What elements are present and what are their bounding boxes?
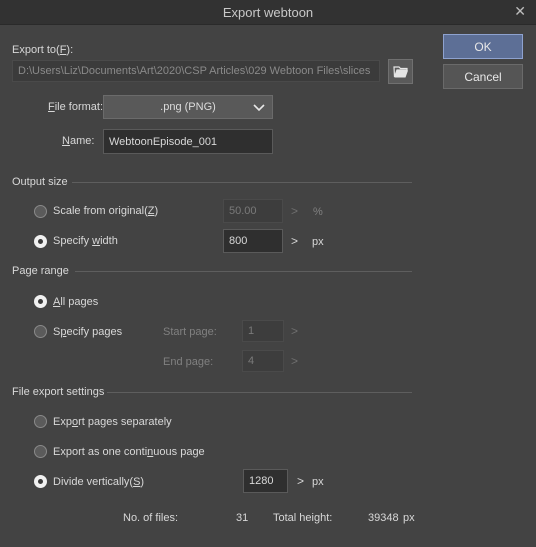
export-separately-label[interactable]: Export pages separately — [53, 416, 172, 428]
files-count-label: No. of files: — [123, 512, 179, 524]
title-bar: Export webtoon ✕ — [0, 0, 536, 25]
cancel-button[interactable]: Cancel — [443, 64, 523, 89]
export-separately-radio[interactable] — [34, 415, 47, 428]
export-path-field[interactable]: D:\Users\Liz\Documents\Art\2020\CSP Arti… — [12, 60, 380, 82]
export-to-label: Export to(F): — [12, 44, 74, 56]
divide-unit: px — [312, 476, 324, 488]
end-page-arrow-icon[interactable]: > — [291, 354, 298, 368]
divide-arrow-icon[interactable]: > — [297, 474, 304, 488]
scale-unit: % — [313, 206, 323, 218]
divide-height-input[interactable]: 1280 — [243, 469, 288, 493]
file-format-select[interactable]: .png (PNG) — [103, 95, 273, 119]
divider — [72, 182, 412, 183]
file-export-heading: File export settings — [12, 386, 105, 398]
close-icon[interactable]: ✕ — [514, 3, 526, 20]
files-count-value: 31 — [236, 512, 249, 524]
export-webtoon-dialog: Export webtoon ✕ OK Cancel Export to(F):… — [0, 0, 536, 547]
file-format-value: .png (PNG) — [160, 101, 216, 113]
specify-pages-label[interactable]: Specify pages — [53, 326, 122, 338]
scale-from-original-label[interactable]: Scale from original(Z) — [53, 205, 158, 217]
browse-folder-button[interactable] — [388, 59, 413, 84]
width-unit: px — [312, 236, 324, 248]
export-continuous-radio[interactable] — [34, 445, 47, 458]
scale-arrow-icon[interactable]: > — [291, 204, 298, 218]
divide-vertically-label[interactable]: Divide vertically(S) — [53, 476, 144, 488]
end-page-input[interactable]: 4 — [242, 350, 284, 372]
specify-pages-radio[interactable] — [34, 325, 47, 338]
name-label: Name: — [62, 135, 95, 147]
start-page-arrow-icon[interactable]: > — [291, 324, 298, 338]
start-page-input[interactable]: 1 — [242, 320, 284, 342]
divide-vertically-radio[interactable] — [34, 475, 47, 488]
ok-button[interactable]: OK — [443, 34, 523, 59]
output-size-heading: Output size — [12, 176, 68, 188]
end-page-label: End page: — [163, 356, 214, 368]
total-height-label: Total height: — [273, 512, 333, 524]
page-range-heading: Page range — [12, 265, 69, 277]
all-pages-radio[interactable] — [34, 295, 47, 308]
scale-percent-input[interactable]: 50.00 — [223, 199, 283, 223]
divider — [75, 271, 412, 272]
divider — [107, 392, 412, 393]
file-format-label: File format: — [48, 101, 104, 113]
specify-width-label[interactable]: Specify width — [53, 235, 118, 247]
folder-open-icon — [392, 65, 408, 77]
total-height-unit: px — [403, 512, 415, 524]
export-continuous-label[interactable]: Export as one continuous page — [53, 446, 205, 458]
total-height-value: 39348 — [368, 512, 399, 524]
start-page-label: Start page: — [163, 326, 217, 338]
width-input[interactable]: 800 — [223, 229, 283, 253]
all-pages-label[interactable]: All pages — [53, 296, 98, 308]
chevron-down-icon — [253, 104, 265, 112]
scale-from-original-radio[interactable] — [34, 205, 47, 218]
specify-width-radio[interactable] — [34, 235, 47, 248]
dialog-title: Export webtoon — [222, 5, 314, 20]
name-input[interactable]: WebtoonEpisode_001 — [103, 129, 273, 154]
width-arrow-icon[interactable]: > — [291, 234, 298, 248]
